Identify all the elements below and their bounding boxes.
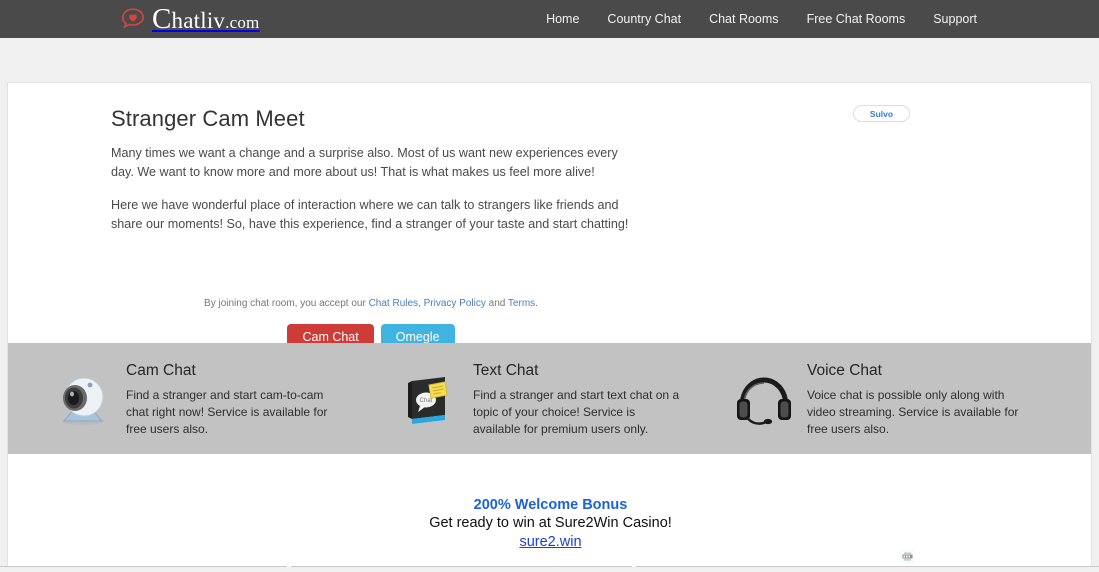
heart-speech-bubble-icon (120, 7, 146, 31)
disclaimer-suffix: . (535, 298, 538, 309)
bottom-divider (0, 566, 1099, 567)
feature-title-voice-chat: Voice Chat (807, 362, 882, 379)
nav-item-chat-rooms[interactable]: Chat Rooms (695, 0, 792, 38)
features-section: Cam Chat Find a stranger and start cam-t… (8, 343, 1091, 454)
logo-capital: C (152, 2, 172, 35)
ad-link[interactable]: sure2.win (519, 534, 581, 550)
bottom-divider-gap-left (287, 566, 291, 567)
webcam-icon (52, 373, 114, 427)
feature-body-voice-chat: Voice Chat Voice chat is possible only a… (795, 362, 1019, 438)
svg-text:Chat: Chat (420, 398, 433, 404)
feature-title-cam-chat: Cam Chat (126, 362, 196, 379)
nav-item-home[interactable]: Home (532, 0, 593, 38)
bottom-divider-gap-right (632, 566, 636, 567)
main-navigation: Home Country Chat Chat Rooms Free Chat R… (532, 0, 991, 38)
text-chat-book-icon: Chat (399, 373, 461, 427)
ad-bonus-headline: 200% Welcome Bonus (473, 497, 628, 513)
site-logo-text: Chatliv.com (152, 2, 260, 35)
page-title: Stranger Cam Meet (111, 106, 305, 131)
hero-paragraph-1: Many times we want a change and a surpri… (111, 146, 618, 180)
hero-paragraph-2: Here we have wonderful place of interact… (111, 198, 629, 232)
casino-ad-banner[interactable]: 200% Welcome Bonus Get ready to win at S… (8, 497, 1091, 552)
feature-body-cam-chat: Cam Chat Find a stranger and start cam-t… (114, 362, 338, 438)
hero-section: Stranger Cam Meet Many times we want a c… (111, 106, 631, 249)
feature-card-voice-chat: Voice Chat Voice chat is possible only a… (708, 343, 1091, 454)
site-header: Chatliv.com Home Country Chat Chat Rooms… (0, 0, 1099, 38)
disclaimer-prefix: By joining chat room, you accept our (204, 298, 369, 309)
chat-rules-link[interactable]: Chat Rules (369, 298, 418, 309)
logo-name: hatliv (171, 7, 226, 33)
disclaimer-sep-2: and (485, 298, 508, 309)
logo-tld: .com (225, 12, 260, 32)
adchoices-icon[interactable] (900, 550, 915, 564)
page-container: Stranger Cam Meet Many times we want a c… (7, 82, 1092, 567)
nav-item-support[interactable]: Support (919, 0, 991, 38)
feature-card-cam-chat: Cam Chat Find a stranger and start cam-t… (8, 343, 363, 454)
headset-icon (733, 373, 795, 427)
terms-disclaimer: By joining chat room, you accept our Cha… (111, 298, 631, 309)
nav-item-free-chat-rooms[interactable]: Free Chat Rooms (793, 0, 920, 38)
site-logo[interactable]: Chatliv.com (120, 2, 259, 36)
feature-card-text-chat: Chat Text Chat Find a stranger and start… (363, 343, 708, 454)
privacy-policy-link[interactable]: Privacy Policy (424, 298, 486, 309)
feature-description-cam-chat: Find a stranger and start cam-to-cam cha… (126, 388, 328, 437)
feature-description-voice-chat: Voice chat is possible only along with v… (807, 388, 1019, 437)
ad-subtitle: Get ready to win at Sure2Win Casino! (429, 514, 672, 531)
feature-title-text-chat: Text Chat (473, 362, 539, 379)
feature-body-text-chat: Text Chat Find a stranger and start text… (461, 362, 685, 438)
nav-item-country-chat[interactable]: Country Chat (593, 0, 695, 38)
sulvo-ad-badge[interactable]: Sulvo (853, 105, 910, 122)
feature-description-text-chat: Find a stranger and start text chat on a… (473, 388, 680, 437)
terms-link[interactable]: Terms (508, 298, 535, 309)
